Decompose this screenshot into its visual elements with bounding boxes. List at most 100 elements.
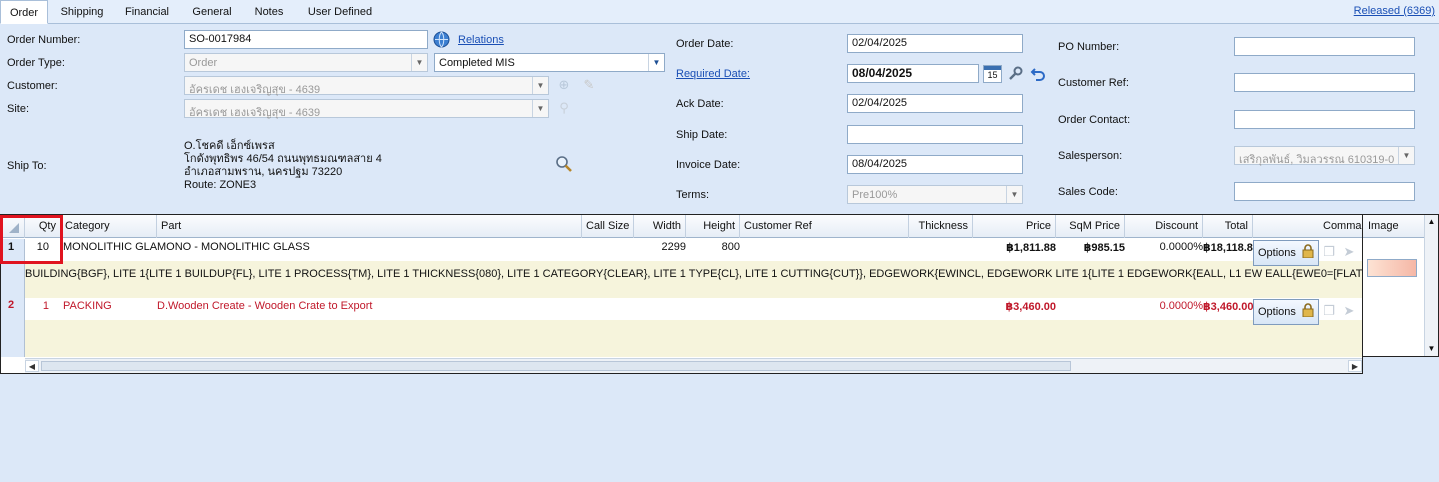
order-status-dropdown[interactable]: Completed MIS ▼ [434,53,665,72]
horizontal-scrollbar[interactable]: ◀ ▶ [25,358,1362,373]
options-button[interactable]: Options [1253,240,1319,266]
order-date-field[interactable]: 02/04/2025 [847,34,1023,53]
width-cell[interactable]: 2299 [634,241,686,253]
total-cell[interactable]: ฿18,118.80 [1203,241,1253,254]
table-row[interactable]: 1 PACKING D.Wooden Create - Wooden Crate… [25,298,1362,357]
order-date-label: Order Date: [676,38,734,50]
site-dropdown[interactable]: อัครเดช เฮงเจริญสุข - 4639 ▼ [184,99,549,119]
terms-label: Terms: [676,189,709,201]
customer-dropdown[interactable]: อัครเดช เฮงเจริญสุข - 4639 ▼ [184,76,549,96]
order-type-value: Order [189,57,218,69]
copy-icon[interactable]: ❐ [1321,244,1337,260]
ship-to-line: Route: ZONE3 [184,179,257,191]
col-price[interactable]: Price [973,215,1056,238]
relations-link[interactable]: Relations [458,34,504,46]
table-row[interactable]: 10 MONOLITHIC GLASS MONO - MONOLITHIC GL… [25,239,1362,298]
ship-to-label: Ship To: [7,160,47,172]
arrow-right-icon[interactable]: ➤ [1341,244,1357,260]
order-type-dropdown[interactable]: Order ▼ [184,53,428,72]
grid-header: Qty Category Part Call Size Width Height… [1,215,1362,238]
search-site-icon[interactable]: ⚲ [555,100,573,116]
sqm-price-cell[interactable]: ฿985.15 [1056,241,1125,254]
invoice-date-label: Invoice Date: [676,159,741,171]
ship-to-line: โกดังพุทธิพร 46/54 ถนนพุทธมณฑลสาย 4 [184,153,382,165]
tab-financial[interactable]: Financial [118,0,176,24]
options-button[interactable]: Options [1253,299,1319,325]
scroll-left-icon[interactable]: ◀ [25,360,39,372]
order-number-field[interactable]: SO-0017984 [184,30,428,49]
sales-code-field[interactable] [1234,182,1415,201]
category-cell[interactable]: PACKING [63,300,157,312]
arrow-right-icon[interactable]: ➤ [1341,303,1357,319]
qty-cell[interactable]: 1 [25,300,49,312]
terms-dropdown[interactable]: Pre100% ▼ [847,185,1023,204]
copy-icon[interactable]: ❐ [1321,303,1337,319]
col-call-size[interactable]: Call Size [582,215,634,238]
row-number: 2 [8,299,15,311]
scroll-right-icon[interactable]: ▶ [1348,360,1362,372]
required-date-link[interactable]: Required Date: [676,68,750,80]
customer-value: อัครเดช เฮงเจริญสุข - 4639 [189,84,321,96]
part-cell[interactable]: MONO - MONOLITHIC GLASS [157,241,577,253]
order-status-value: Completed MIS [439,57,515,69]
wrench-icon[interactable] [1006,65,1024,86]
discount-cell[interactable]: 0.0000% [1125,241,1203,253]
col-customer-ref[interactable]: Customer Ref [740,215,909,238]
tab-shipping[interactable]: Shipping [52,0,112,24]
search-icon[interactable] [554,155,574,177]
scroll-down-icon[interactable]: ▼ [1425,342,1438,356]
col-height[interactable]: Height [686,215,740,238]
category-cell[interactable]: MONOLITHIC GLASS [63,241,157,253]
height-cell[interactable]: 800 [688,241,740,253]
lock-icon [1302,303,1314,317]
image-header: Image [1363,215,1424,238]
glass-thumbnail[interactable] [1367,259,1417,277]
price-cell[interactable]: ฿3,460.00 [973,300,1056,313]
row-indicator[interactable]: 2 [1,298,25,357]
tab-user-defined[interactable]: User Defined [300,0,380,24]
image-pane: Image ▲ ▼ [1363,214,1439,357]
chevron-down-icon: ▼ [648,54,664,71]
released-link[interactable]: Released (6369) [1354,5,1435,17]
tab-notes[interactable]: Notes [247,0,291,24]
add-customer-icon[interactable]: ⊕ [555,77,573,93]
invoice-date-field[interactable]: 08/04/2025 [847,155,1023,174]
order-contact-field[interactable] [1234,110,1415,129]
po-number-field[interactable] [1234,37,1415,56]
build-description-band [25,320,1362,357]
ship-to-line: O.โชคดี เอ็กซ์เพรส [184,140,275,152]
ack-date-field[interactable]: 02/04/2025 [847,94,1023,113]
part-cell[interactable]: D.Wooden Create - Wooden Crate to Export [157,300,577,312]
required-date-field[interactable]: 08/04/2025 [847,64,979,83]
col-total[interactable]: Total [1203,215,1253,238]
site-label: Site: [7,103,30,115]
col-thickness[interactable]: Thickness [909,215,973,238]
customer-ref-field[interactable] [1234,73,1415,92]
undo-icon[interactable] [1029,65,1047,86]
tab-order[interactable]: Order [0,0,48,24]
col-sqm-price[interactable]: SqM Price [1056,215,1125,238]
col-part[interactable]: Part [157,215,582,238]
discount-cell[interactable]: 0.0000% [1125,300,1203,312]
price-cell[interactable]: ฿1,811.88 [973,241,1056,254]
scrollbar-thumb[interactable] [41,361,1071,371]
col-discount[interactable]: Discount [1125,215,1203,238]
ship-date-label: Ship Date: [676,129,728,141]
sales-code-label: Sales Code: [1058,186,1118,198]
total-cell[interactable]: ฿3,460.00 [1203,300,1253,313]
po-number-label: PO Number: [1058,41,1120,53]
ship-to-line: อำเภอสามพราน, นครปฐม 73220 [184,166,343,178]
tab-general[interactable]: General [185,0,239,24]
calendar-icon[interactable]: 15 [983,65,1002,83]
col-width[interactable]: Width [634,215,686,238]
vertical-scrollbar[interactable]: ▲ ▼ [1424,215,1438,356]
edit-icon[interactable]: ✎ [580,77,598,93]
scroll-up-icon[interactable]: ▲ [1425,215,1438,229]
globe-icon[interactable] [432,31,450,52]
col-category[interactable]: Category [61,215,157,238]
salesperson-dropdown[interactable]: เสริกุลพันธ์, วิมลวรรณ 610319-0 ▼ [1234,146,1415,166]
build-description: BUILDING{BGF}, LITE 1{LITE 1 BUILDUP{FL}… [25,268,1362,280]
col-command[interactable]: Comman [1319,215,1362,238]
ship-to-address: O.โชคดี เอ็กซ์เพรส โกดังพุทธิพร 46/54 ถน… [184,140,382,192]
ship-date-field[interactable] [847,125,1023,144]
